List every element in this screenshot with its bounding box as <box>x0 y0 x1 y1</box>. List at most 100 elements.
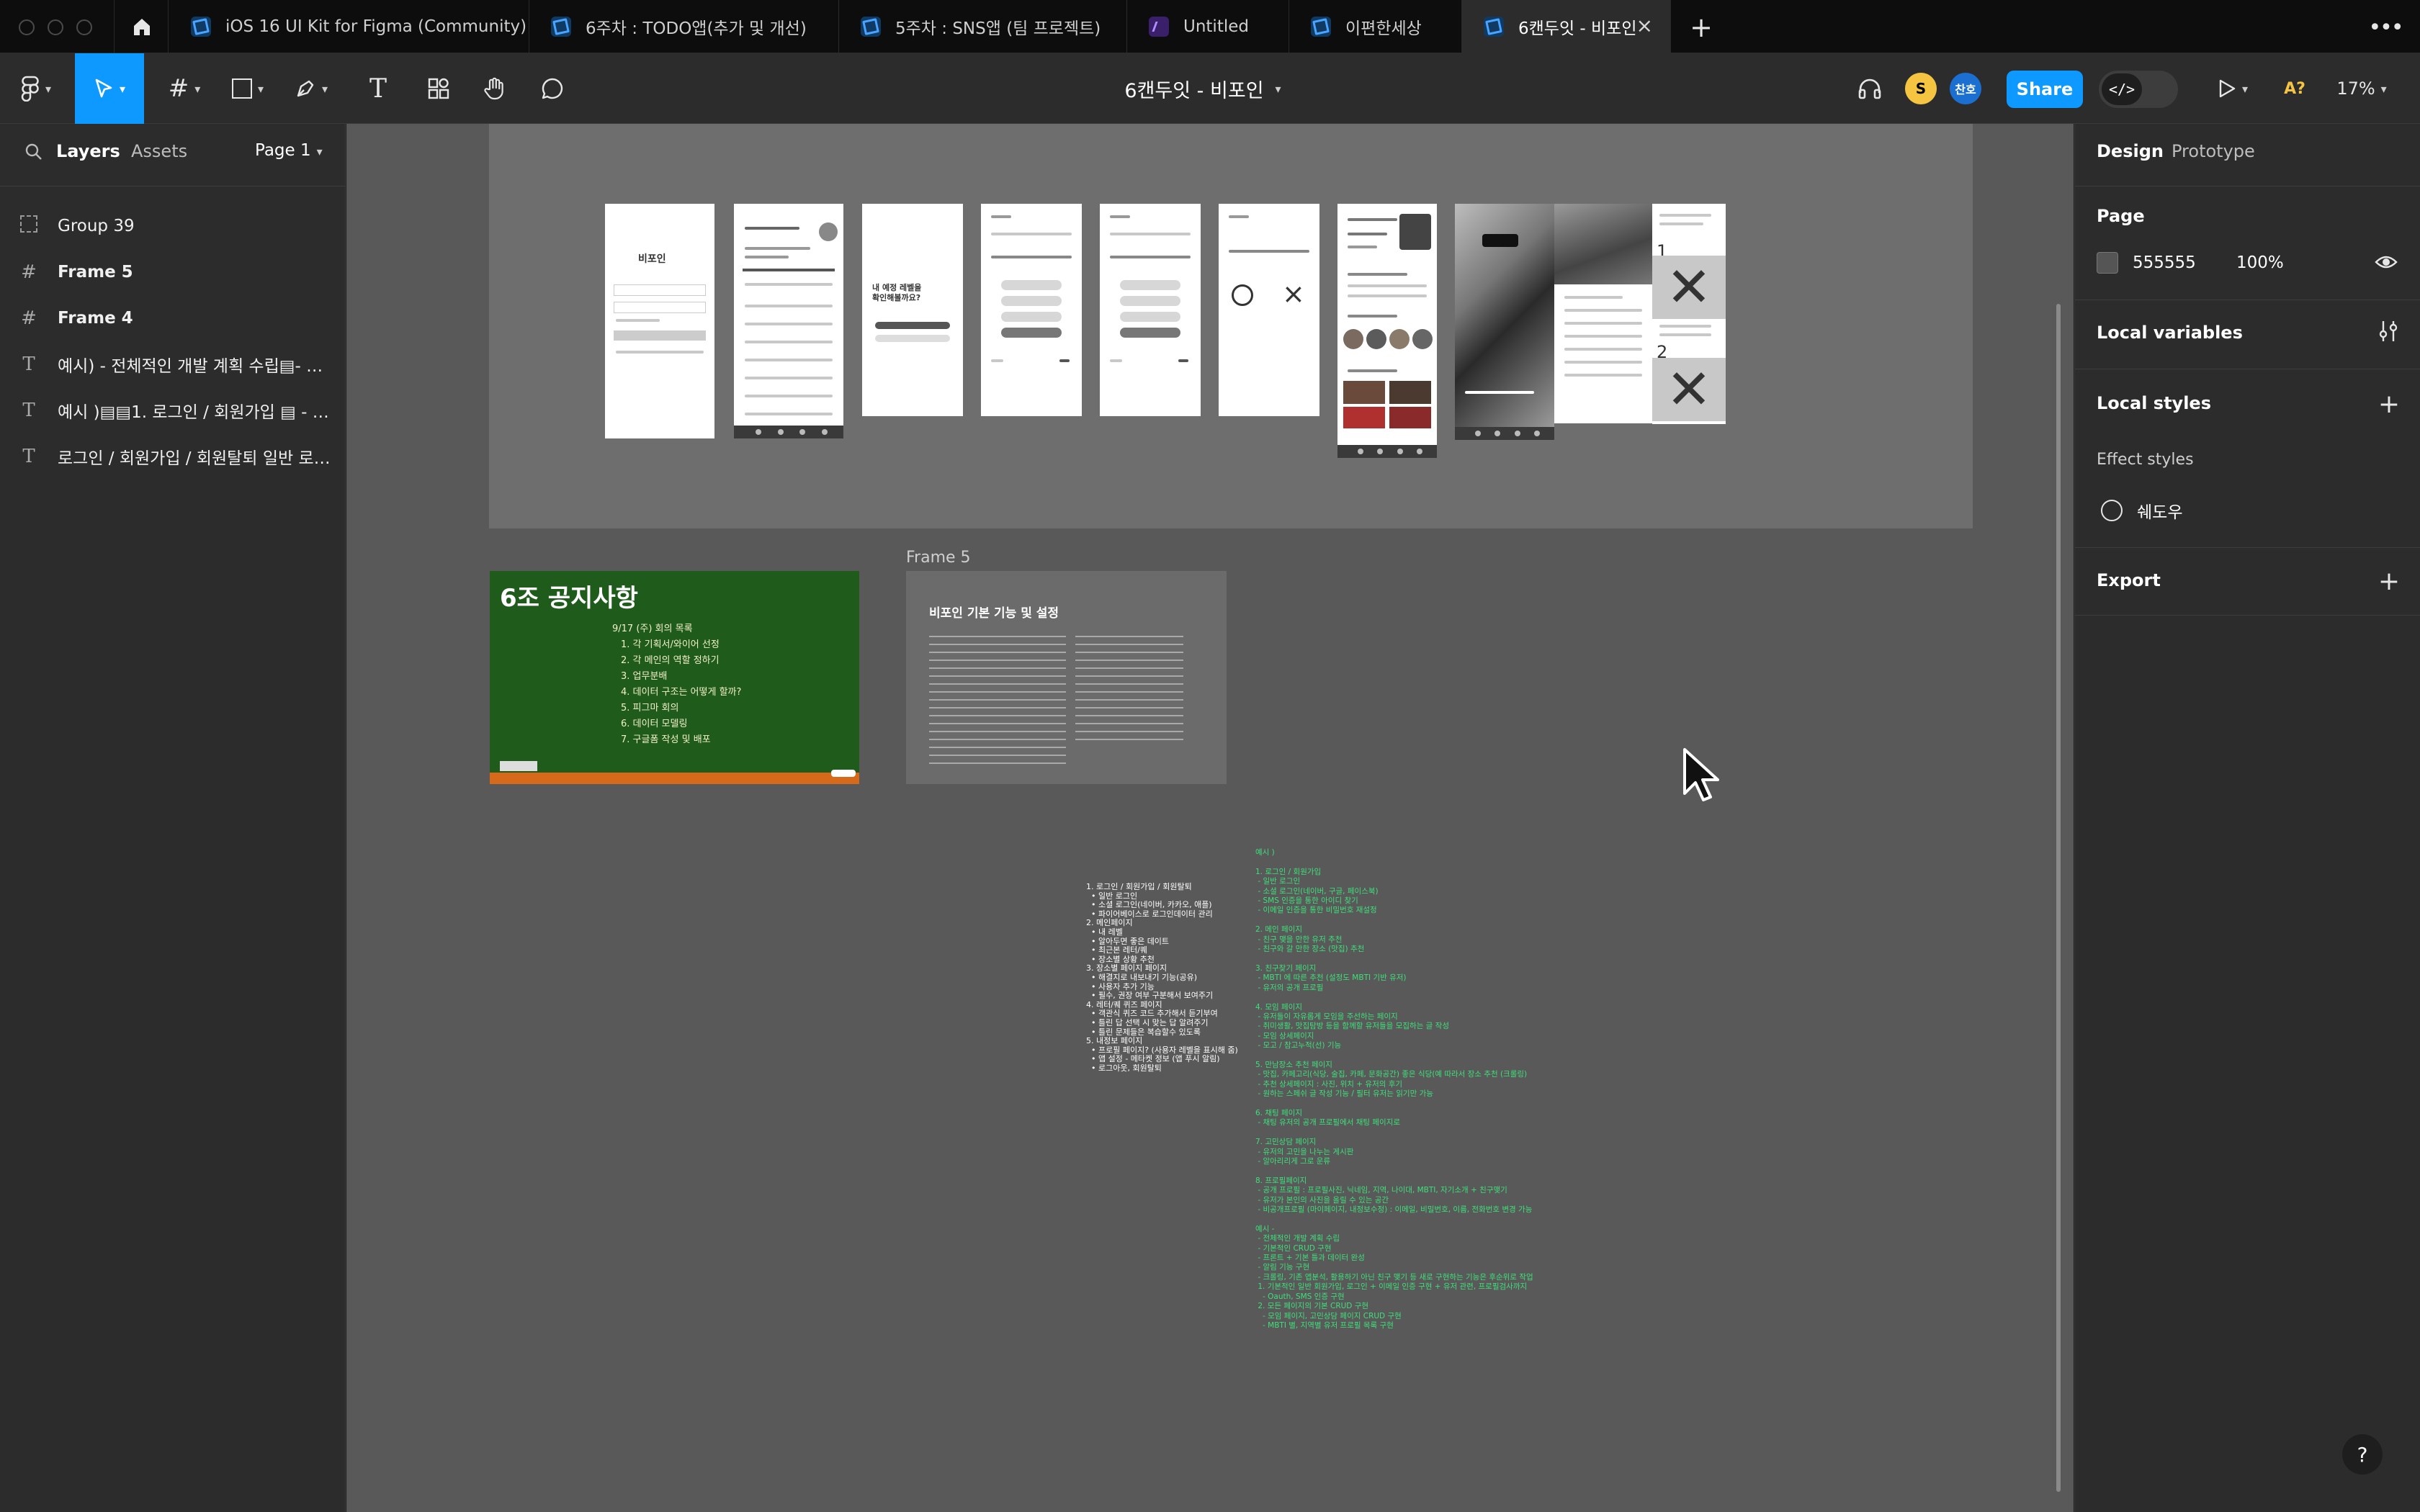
chalkboard-line: 9/17 (주) 회의 목록 <box>612 624 693 634</box>
add-export-icon[interactable]: + <box>2378 569 2400 595</box>
share-button[interactable]: Share <box>2007 71 2083 108</box>
o-mark-icon <box>1232 284 1253 306</box>
layer-row[interactable]: T 로그인 / 회원가입 / 회원탈퇴 일반 로그인... <box>0 433 346 480</box>
resources-button[interactable] <box>413 53 464 124</box>
avatar-chanho[interactable]: 찬호 <box>1950 73 1981 104</box>
window-minimize-icon[interactable] <box>48 19 63 35</box>
place-image <box>1389 407 1431 428</box>
layer-row[interactable]: T 예시 )▤▤1. 로그인 / 회원가입 ▤ - 일반... <box>0 387 346 433</box>
canvas-scrollbar[interactable] <box>2056 304 2061 1492</box>
tab-active-bepoint[interactable]: 6캔두잇 - 비포인 × <box>1462 0 1671 53</box>
main-menu-button[interactable]: ▾ <box>7 53 65 124</box>
place-image <box>1343 407 1385 428</box>
dev-mode-toggle[interactable]: </> <box>2099 71 2178 108</box>
chalkboard-line: 6. 데이터 모델링 <box>621 719 688 729</box>
text-tool-button[interactable]: T <box>353 53 403 124</box>
page-color-value[interactable]: 555555 <box>2133 253 2196 272</box>
close-tab-icon[interactable]: × <box>1636 16 1653 36</box>
screen-main-list[interactable] <box>734 204 843 438</box>
tab-assets[interactable]: Assets <box>131 141 187 161</box>
variables-settings-icon[interactable] <box>2378 320 2399 346</box>
layer-name: 예시 )▤▤1. 로그인 / 회원가입 ▤ - 일반... <box>58 403 331 422</box>
chalkboard-line: 5. 피그마 회의 <box>621 703 679 714</box>
chevron-down-icon: ▾ <box>2241 81 2249 96</box>
tab-layers[interactable]: Layers <box>56 141 120 161</box>
page-opacity-value[interactable]: 100% <box>2236 253 2284 272</box>
x-mark-icon: × <box>1282 278 1305 310</box>
mouse-cursor-icon <box>1682 747 1725 806</box>
home-icon[interactable] <box>115 0 169 53</box>
tab-untitled[interactable]: Untitled <box>1127 0 1289 53</box>
move-tool-button[interactable]: ▾ <box>75 53 144 124</box>
effect-style-shadow[interactable]: 쉐도우 <box>2137 498 2182 523</box>
layer-name: 로그인 / 회원가입 / 회원탈퇴 일반 로그인... <box>58 449 331 468</box>
effect-styles-label: Effect styles <box>2097 451 2194 469</box>
tab-todo-app[interactable]: 6주차 : TODO앱(추가 및 개선) <box>529 0 839 53</box>
search-icon[interactable] <box>24 143 43 164</box>
tab-design[interactable]: Design <box>2097 141 2164 161</box>
chalkboard-notes: 9/17 (주) 회의 목록 1. 각 기획서/와이어 선정 2. 각 메인의 … <box>612 621 741 748</box>
chevron-down-icon: ▾ <box>45 81 52 96</box>
screen-quiz-1[interactable] <box>981 204 1082 416</box>
screen-login[interactable]: 비포인 <box>605 204 714 438</box>
screen-placeholder[interactable]: 1 ✕ 2 ✕ <box>1652 204 1726 424</box>
screen-home[interactable] <box>1337 204 1437 458</box>
page-color-swatch[interactable] <box>2097 252 2118 274</box>
chalkboard-line: 2. 각 메인의 역할 정하기 <box>621 655 720 666</box>
document-title[interactable]: 6캔두잇 - 비포인 ▾ <box>1037 53 1368 124</box>
frame5-label[interactable]: Frame 5 <box>906 549 971 567</box>
frame-tool-button[interactable]: # ▾ <box>157 53 212 124</box>
thumbnail <box>1366 329 1386 349</box>
page-name: Page 1 <box>255 141 311 160</box>
password-field <box>614 302 706 313</box>
layer-row[interactable]: # Frame 4 <box>0 295 346 341</box>
frame-icon: # <box>21 307 37 329</box>
screen-quiz-2[interactable] <box>1100 204 1201 416</box>
eye-icon[interactable] <box>2375 252 2398 275</box>
screen-level-check[interactable]: 내 예정 레벨을 확인해볼까요? <box>862 204 963 416</box>
window-close-icon[interactable] <box>19 19 35 35</box>
pen-tool-button[interactable]: ▾ <box>284 53 339 124</box>
tab-prototype[interactable]: Prototype <box>2172 141 2255 161</box>
add-style-icon[interactable]: + <box>2378 392 2400 418</box>
screen-ox-quiz[interactable]: × <box>1219 204 1319 416</box>
zoom-menu[interactable]: 17% ▾ <box>2322 53 2401 124</box>
screen-detail[interactable] <box>1554 204 1652 423</box>
feature-list-text[interactable]: 1. 로그인 / 회원가입 / 회원탈퇴 • 일반 로그인 • 소셜 로그인(네… <box>1086 882 1238 1073</box>
tab-ios-ui-kit[interactable]: iOS 16 UI Kit for Figma (Community) <box>169 0 529 53</box>
tab-label: iOS 16 UI Kit for Figma (Community) <box>225 17 527 36</box>
new-tab-icon[interactable]: + <box>1685 12 1717 43</box>
page-selector[interactable]: Page 1 ▾ <box>255 141 323 160</box>
layer-row[interactable]: T 예시) - 전체적인 개발 계획 수립▤- 기본... <box>0 341 346 387</box>
tab-sns-app[interactable]: 5주차 : SNS앱 (팀 프로젝트) <box>839 0 1127 53</box>
notice-chalkboard[interactable]: 6조 공지사항 9/17 (주) 회의 목록 1. 각 기획서/와이어 선정 2… <box>490 571 859 784</box>
chalk-tray <box>490 773 859 784</box>
avatar-s[interactable]: S <box>1905 73 1937 104</box>
hand-tool-button[interactable] <box>470 53 520 124</box>
present-button[interactable]: ▾ <box>2204 53 2262 124</box>
layer-row[interactable]: # Frame 5 <box>0 249 346 295</box>
tab-apartment[interactable]: 이편한세상 <box>1289 0 1462 53</box>
figma-file-icon <box>1311 17 1331 37</box>
local-variables-heading[interactable]: Local variables <box>2097 323 2243 343</box>
chalkboard-line: 3. 업무분배 <box>621 671 668 682</box>
screen-photo[interactable] <box>1455 204 1554 440</box>
audio-call-button[interactable] <box>1850 53 1890 124</box>
help-button[interactable]: ? <box>2342 1434 2383 1475</box>
layer-name: Frame 5 <box>58 263 133 282</box>
comment-tool-button[interactable] <box>527 53 578 124</box>
design-canvas[interactable]: 비포인 내 예정 레벨을 확인해볼까요? × 1 ✕ 2 ✕ Frame 5 6… <box>346 124 2074 1512</box>
page-heading: Page <box>2097 206 2145 226</box>
frame-5[interactable]: 비포인 기본 기능 및 설정 <box>906 571 1227 784</box>
layer-row[interactable]: Group 39 <box>0 203 346 249</box>
tab-bar: iOS 16 UI Kit for Figma (Community) 6주차 … <box>0 0 2420 53</box>
chalkboard-line: 4. 데이터 구조는 어떻게 할까? <box>621 687 742 698</box>
document-title-text: 6캔두잇 - 비포인 <box>1124 79 1264 102</box>
tab-label: 이편한세상 <box>1345 19 1422 38</box>
more-menu-icon[interactable]: ••• <box>2368 12 2403 43</box>
example-plan-text[interactable]: 예시 ) 1. 로그인 / 회원가입 - 일반 로그인 - 소셜 로그인(네이버… <box>1255 848 1533 1331</box>
window-maximize-icon[interactable] <box>76 19 92 35</box>
shape-tool-button[interactable]: ▾ <box>220 53 275 124</box>
font-warning-button[interactable]: A? <box>2276 53 2313 124</box>
avatar-initial: 찬호 <box>1955 83 1976 96</box>
